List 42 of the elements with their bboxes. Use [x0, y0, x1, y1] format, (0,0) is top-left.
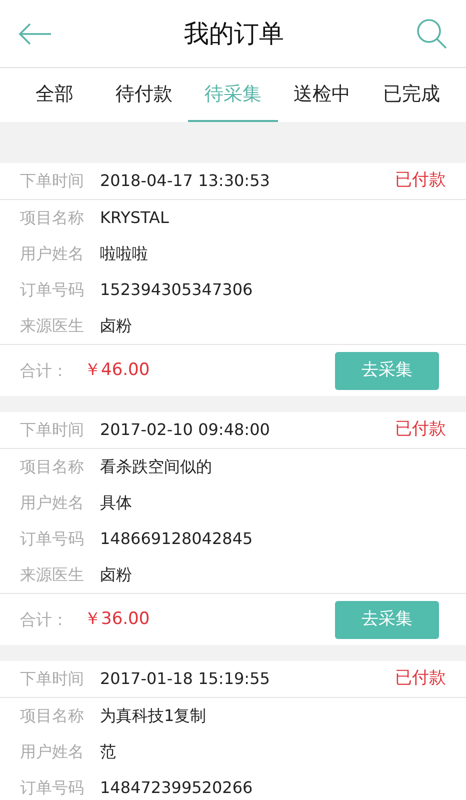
- field-label: 用户姓名: [20, 243, 85, 265]
- field-value: 卤粉: [100, 564, 132, 586]
- order-time: 2017-02-10 09:48:00: [100, 419, 271, 441]
- back-arrow-icon[interactable]: [18, 22, 52, 46]
- field-value: 152394305347306: [100, 279, 253, 301]
- order-status: 已付款: [395, 418, 446, 442]
- total-amount: ￥46.00: [84, 358, 151, 382]
- field-value: 啦啦啦: [100, 243, 148, 265]
- field-value: 范: [100, 741, 116, 763]
- order-time: 2018-04-17 13:30:53: [100, 170, 271, 192]
- order-status: 已付款: [395, 169, 446, 192]
- field-label: 订单号码: [20, 777, 85, 799]
- field-value: 148669128042845: [100, 528, 253, 550]
- search-icon[interactable]: [416, 18, 448, 50]
- field-label: 下单时间: [20, 170, 85, 192]
- total-label: 合计：: [20, 608, 69, 630]
- field-label: 项目名称: [20, 207, 85, 229]
- field-label: 来源医生: [20, 564, 85, 586]
- field-label: 项目名称: [20, 456, 85, 478]
- page-title: 我的订单: [184, 18, 284, 50]
- field-label: 下单时间: [20, 419, 85, 441]
- order-tab[interactable]: 送检中: [278, 68, 367, 122]
- field-value: 看杀跌空间似的: [100, 456, 212, 478]
- field-value: 具体: [100, 492, 132, 514]
- field-label: 项目名称: [20, 705, 85, 727]
- total-amount: ￥36.00: [84, 608, 151, 631]
- field-value: 卤粉: [100, 315, 132, 337]
- field-label: 用户姓名: [20, 492, 85, 514]
- order-time: 2017-01-18 15:19:55: [100, 668, 271, 690]
- field-label: 用户姓名: [20, 741, 85, 763]
- field-value: 为真科技1复制: [100, 705, 206, 727]
- field-label: 来源医生: [20, 315, 85, 337]
- order-tab[interactable]: 全部: [10, 68, 100, 122]
- field-label: 下单时间: [20, 668, 85, 690]
- order-status: 已付款: [395, 667, 446, 690]
- field-label: 订单号码: [20, 279, 85, 301]
- order-tab[interactable]: 待付款: [99, 68, 188, 122]
- order-tab[interactable]: 已完成: [366, 68, 456, 122]
- field-value: 148472399520266: [100, 777, 253, 799]
- field-label: 订单号码: [20, 528, 85, 550]
- field-value: KRYSTAL: [100, 207, 169, 229]
- total-label: 合计：: [20, 360, 69, 382]
